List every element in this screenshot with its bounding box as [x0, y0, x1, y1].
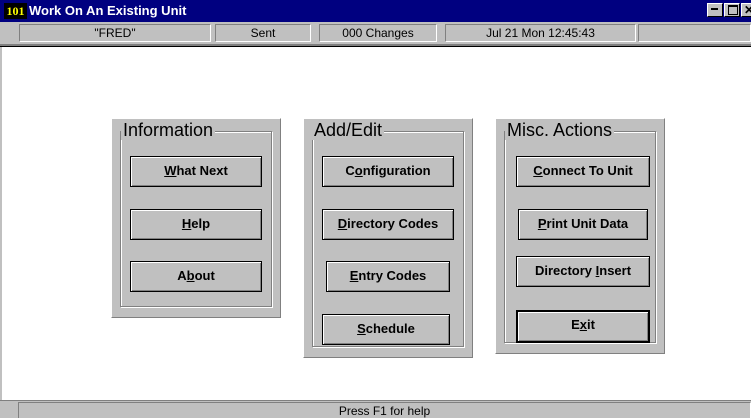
datetime-field: Jul 21 Mon 12:45:43	[445, 24, 636, 42]
print-unit-data-button[interactable]: Print Unit Data	[518, 209, 648, 240]
misc-actions-group-title: Misc. Actions	[505, 120, 615, 140]
directory-codes-button[interactable]: Directory Codes	[322, 209, 454, 240]
window-title: Work On An Existing Unit	[29, 3, 187, 18]
schedule-button[interactable]: Schedule	[322, 314, 450, 345]
maximize-icon	[728, 5, 738, 15]
changes-count-field: 000 Changes	[319, 24, 437, 42]
exit-button[interactable]: Exit	[516, 310, 650, 343]
status-bar-bottom: Press F1 for help	[0, 400, 751, 418]
minimize-button[interactable]	[707, 3, 723, 17]
unit-name-field: "FRED"	[19, 24, 211, 42]
left-border	[0, 47, 2, 400]
status-bar-top: "FRED" Sent 000 Changes Jul 21 Mon 12:45…	[0, 22, 751, 44]
close-button[interactable]: ✕	[741, 3, 751, 17]
main-window: 101 Work On An Existing Unit ✕ "FRED" Se…	[0, 0, 751, 418]
minimize-icon	[711, 8, 718, 10]
maximize-button[interactable]	[724, 3, 740, 17]
information-group: Information What Next Help About	[111, 118, 281, 318]
title-bar[interactable]: 101 Work On An Existing Unit ✕	[0, 0, 751, 22]
divider	[0, 44, 751, 47]
status-empty-field	[638, 24, 751, 42]
help-button[interactable]: Help	[130, 209, 262, 240]
add-edit-group: Add/Edit Configuration Directory Codes E…	[303, 118, 473, 358]
configuration-button[interactable]: Configuration	[322, 156, 454, 187]
add-edit-group-title: Add/Edit	[312, 120, 385, 140]
app-icon[interactable]: 101	[4, 3, 27, 19]
unit-state-field: Sent	[215, 24, 311, 42]
directory-insert-button[interactable]: Directory Insert	[516, 256, 650, 287]
about-button[interactable]: About	[130, 261, 262, 292]
information-group-title: Information	[121, 120, 216, 140]
entry-codes-button[interactable]: Entry Codes	[326, 261, 450, 292]
close-icon: ✕	[744, 3, 751, 17]
help-hint: Press F1 for help	[18, 402, 751, 418]
connect-to-unit-button[interactable]: Connect To Unit	[516, 156, 650, 187]
what-next-button[interactable]: What Next	[130, 156, 262, 187]
misc-actions-group: Misc. Actions Connect To Unit Print Unit…	[495, 118, 665, 354]
